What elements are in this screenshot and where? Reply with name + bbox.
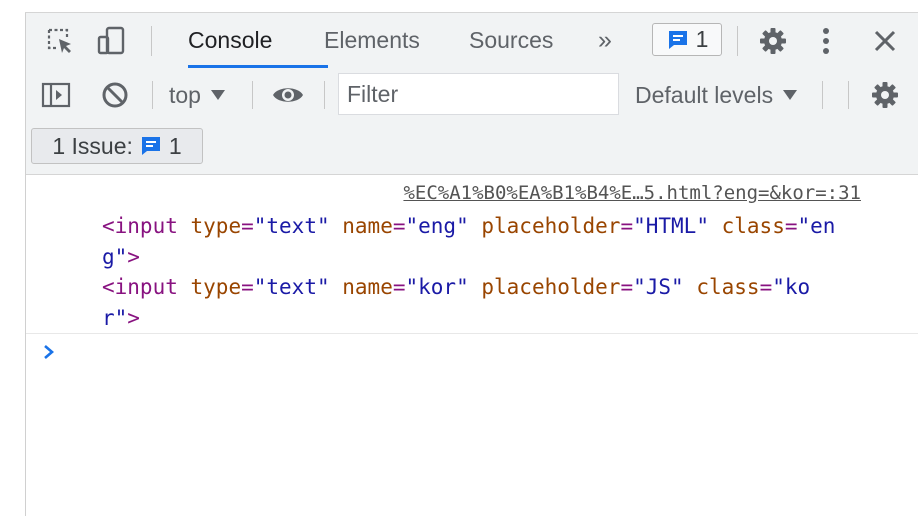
attribute-value: "en — [797, 214, 836, 238]
tabbar-separator — [737, 26, 738, 56]
message-icon — [666, 28, 690, 52]
issues-bar-count: 1 — [168, 132, 182, 159]
log-levels-label: Default levels — [635, 81, 774, 108]
message-icon — [139, 134, 163, 158]
tab-console[interactable]: Console — [188, 13, 272, 68]
more-tabs-button[interactable]: » — [598, 13, 612, 68]
message-divider — [26, 333, 918, 334]
vertical-dots-icon[interactable] — [816, 25, 836, 57]
equals-sign: = — [620, 214, 634, 238]
live-expression-eye-icon[interactable] — [270, 80, 306, 110]
attribute-name: name — [342, 275, 393, 299]
equals-sign: = — [392, 214, 406, 238]
toolbar-separator — [822, 81, 823, 109]
context-selector-label: top — [169, 81, 201, 108]
console-toolbar: top Default levels — [26, 68, 918, 123]
attribute-value: "kor" — [405, 275, 469, 299]
attribute-name: name — [342, 214, 393, 238]
tab-sources[interactable]: Sources — [469, 13, 553, 68]
equals-sign: = — [759, 275, 773, 299]
attribute-name: type — [190, 214, 242, 238]
equals-sign: = — [392, 275, 406, 299]
equals-sign: = — [620, 275, 634, 299]
attribute-name: type — [190, 275, 242, 299]
code-line: <input type="text" name="kor" placeholde… — [102, 275, 810, 299]
toolbar-separator — [252, 81, 253, 109]
issues-label: 1 Issue: — [52, 132, 133, 159]
equals-sign: = — [241, 214, 254, 238]
equals-sign: = — [784, 214, 798, 238]
code-line: <input type="text" name="eng" placeholde… — [102, 214, 835, 238]
tag-open: <input — [102, 275, 178, 299]
issues-count: 1 — [695, 26, 709, 52]
tag-close: > — [127, 305, 140, 330]
chevron-right-icon[interactable] — [42, 343, 56, 366]
close-icon[interactable] — [869, 25, 901, 57]
attribute-name: class — [696, 275, 760, 299]
attribute-value: "JS" — [633, 275, 684, 299]
tabbar-separator — [151, 26, 152, 56]
equals-sign: = — [241, 275, 254, 299]
clear-console-icon[interactable] — [99, 80, 131, 110]
console-settings-gear-icon[interactable] — [869, 80, 901, 110]
sidebar-toggle-icon[interactable] — [40, 80, 72, 110]
attribute-name: placeholder — [481, 214, 621, 238]
inspect-element-icon[interactable] — [44, 25, 76, 57]
issues-bar: 1 Issue: 1 — [26, 122, 918, 175]
attribute-value: "ko — [772, 275, 811, 299]
log-levels-dropdown[interactable]: Default levels — [635, 68, 798, 122]
attribute-name: placeholder — [481, 275, 621, 299]
tab-elements[interactable]: Elements — [324, 13, 420, 68]
toolbar-separator — [848, 81, 849, 109]
dropdown-arrow-icon — [783, 90, 798, 100]
source-link[interactable]: %EC%A1%B0%EA%B1%B4%E…5.html?eng=&kor=:31 — [403, 182, 861, 204]
attribute-value: "eng" — [405, 214, 469, 238]
attribute-name: class — [721, 214, 785, 238]
top-edge — [25, 0, 918, 13]
dropdown-arrow-icon — [210, 90, 225, 100]
left-panel-edge — [0, 0, 26, 516]
toolbar-separator — [152, 81, 153, 109]
context-selector[interactable]: top — [169, 68, 225, 122]
tag-close: > — [127, 244, 140, 269]
device-toolbar-icon[interactable] — [94, 24, 128, 58]
attribute-value: "HTML" — [633, 214, 709, 238]
code-line: r"> — [102, 306, 140, 330]
attribute-value: "text" — [253, 214, 330, 238]
log-message: <input type="text" name="eng" placeholde… — [102, 211, 902, 333]
filter-input[interactable] — [338, 73, 619, 115]
toolbar-separator — [324, 81, 325, 109]
attribute-value: g" — [102, 244, 128, 269]
console-output: %EC%A1%B0%EA%B1%B4%E…5.html?eng=&kor=:31… — [26, 175, 918, 516]
issues-button[interactable]: 1 Issue: 1 — [31, 128, 203, 164]
code-line: g"> — [102, 245, 140, 269]
attribute-value: r" — [102, 305, 128, 330]
devtools-tab-bar: Console Elements Sources » 1 — [26, 13, 918, 69]
tag-open: <input — [102, 214, 178, 238]
issues-counter-button[interactable]: 1 — [652, 23, 722, 56]
gear-icon[interactable] — [757, 25, 789, 57]
attribute-value: "text" — [253, 275, 330, 299]
